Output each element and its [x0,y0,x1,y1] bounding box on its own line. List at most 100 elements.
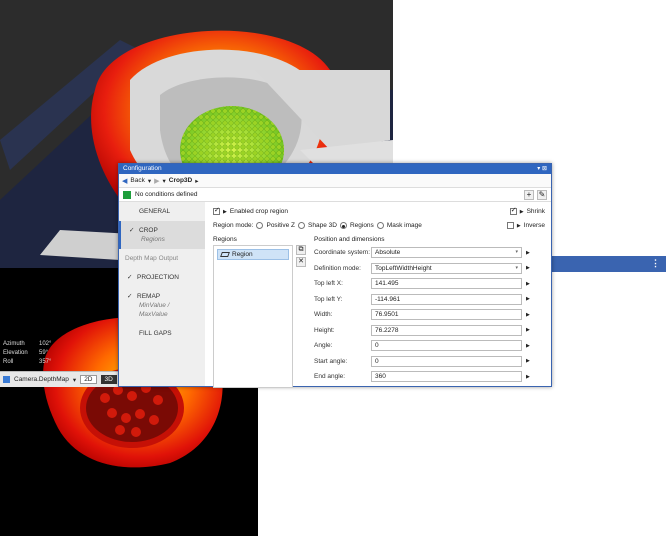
radio-label: Positive Z [266,222,296,229]
check-icon: ✓ [129,227,135,234]
expand-icon[interactable]: ▶ [526,343,530,349]
width-field[interactable]: 76.9501 [371,309,522,321]
expand-icon[interactable]: ▶ [517,223,521,229]
roll-value: 357° [39,359,52,365]
chevron-down-icon[interactable]: ▾ [73,376,76,384]
expand-icon[interactable]: ▶ [526,312,530,318]
camera-angles-readout: Azimuth 102° Elevation 59° Roll 357° [3,340,51,367]
position-dimensions-header: Position and dimensions [314,236,385,243]
expand-icon[interactable]: ▶ [526,250,530,256]
sidebar-item-depth-map-output[interactable]: Depth Map Output [119,249,205,268]
chevron-down-icon: ▾ [515,264,518,271]
shrink-row: ▶ Shrink [509,206,545,215]
camera-icon [3,376,10,383]
back-arrow-icon[interactable]: ◀ [122,177,127,185]
field-value: Absolute [375,249,401,257]
angle-field[interactable]: 0 [371,340,522,352]
back-dropdown-icon[interactable]: ▾ [148,177,151,185]
field-label: Start angle: [314,357,348,365]
list-item[interactable]: Region [217,249,289,260]
forward-dropdown-icon[interactable]: ▾ [163,177,166,185]
field-row: Start angle: 0 ▶ [314,354,546,370]
check-icon: ✓ [127,274,133,281]
sidebar-item-crop[interactable]: ✓ CROP Regions [119,221,205,249]
definition-mode-select[interactable]: TopLeftWidthHeight ▾ [371,262,522,274]
field-row: Definition mode: TopLeftWidthHeight ▾ ▶ [314,261,546,277]
field-label: End angle: [314,373,346,381]
radio-regions[interactable] [339,222,347,229]
regions-header: Regions [213,236,237,243]
regions-list[interactable]: Region [213,245,293,388]
sidebar-item-sublabel: MinValue / MaxValue [139,302,170,318]
copy-region-button[interactable]: ⧉ [296,245,306,255]
field-row: End angle: 360 ▶ [314,369,546,385]
field-label: Height: [314,326,335,334]
add-condition-button[interactable]: + [524,190,534,200]
expand-icon[interactable]: ▶ [526,296,530,302]
expand-icon[interactable]: ▶ [526,358,530,364]
roll-row: Roll 357° [3,358,51,367]
field-row: Angle: 0 ▶ [314,338,546,354]
end-angle-field[interactable]: 360 [371,371,522,383]
expand-icon[interactable]: ▶ [520,209,524,215]
radio-label: Mask image [386,222,422,229]
conditions-bar: No conditions defined + ✎ [119,188,551,202]
field-label: Top left X: [314,280,343,288]
shrink-label: Shrink [526,208,545,215]
azimuth-value: 102° [39,341,52,347]
breadcrumb[interactable]: Crop3D [169,177,192,184]
sidebar-item-label: FILL GAPS [139,330,172,337]
mode-3d-button[interactable]: 3D [100,375,117,384]
elevation-value: 59° [39,350,49,356]
sidebar-item-fill-gaps[interactable]: FILL GAPS [119,324,205,343]
sidebar-item-remap[interactable]: ✓ REMAP MinValue / MaxValue [119,287,205,324]
radio-positive-z[interactable] [256,222,264,229]
field-label: Top left Y: [314,295,343,303]
config-sidebar: GENERAL ✓ CROP Regions Depth Map Output ✓ P… [119,202,205,386]
shrink-checkbox[interactable] [509,206,517,215]
start-angle-field[interactable]: 0 [371,355,522,367]
edit-condition-button[interactable]: ✎ [537,190,547,200]
sidebar-item-label: REMAP [137,293,161,300]
configuration-window: Configuration ▾ ⊠ ◀ Back ▾ ▶ ▾ Crop3D ▸ … [118,163,552,388]
azimuth-row: Azimuth 102° [3,340,51,349]
expand-icon[interactable]: ▶ [526,327,530,333]
region-item-label: Region [232,251,253,258]
roll-label: Roll [3,359,14,365]
radio-shape-3d[interactable] [298,222,306,229]
expand-icon[interactable]: ▶ [526,374,530,380]
sidebar-item-label: Depth Map Output [125,255,179,262]
field-label: Width: [314,311,333,319]
conditions-label: No conditions defined [135,191,198,198]
region-mode-label: Region mode: [213,222,254,229]
inverse-row: ▶ Inverse [506,222,545,229]
azimuth-label: Azimuth [3,341,25,347]
sidebar-item-label: GENERAL [139,208,171,215]
back-button[interactable]: Back [130,177,144,184]
forward-arrow-icon[interactable]: ▶ [154,177,159,185]
radio-label: Regions [349,222,374,229]
field-row: Coordinate system: Absolute ▾ ▶ [314,245,546,261]
elevation-row: Elevation 59° [3,349,51,358]
top-left-x-field[interactable]: 141.495 [371,278,522,290]
elevation-label: Elevation [3,350,28,356]
position-dimensions-form: Coordinate system: Absolute ▾ ▶ Definition … [314,245,546,385]
height-field[interactable]: 76.2278 [371,324,522,336]
window-menu-icon[interactable]: ▾ ⊠ [537,164,547,174]
region-list-buttons: ⧉ ✕ [296,245,306,267]
mode-2d-button[interactable]: 2D [80,375,97,384]
coordinate-system-select[interactable]: Absolute ▾ [371,247,522,259]
camera-selector[interactable]: Camera.DepthMap [14,376,69,383]
more-options-icon[interactable]: ⋮ [651,258,660,269]
sidebar-item-general[interactable]: GENERAL [119,202,205,221]
region-mode-row: Region mode: Positive Z Shape 3D Regions… [213,222,422,229]
expand-icon[interactable]: ▶ [526,281,530,287]
sidebar-item-projection[interactable]: ✓ PROJECTION [119,268,205,287]
enabled-checkbox[interactable] [213,206,220,215]
radio-mask-image[interactable] [376,222,384,229]
inverse-checkbox[interactable] [506,222,514,229]
top-left-y-field[interactable]: -114.961 [371,293,522,305]
delete-region-button[interactable]: ✕ [296,257,306,267]
expand-icon[interactable]: ▶ [223,209,227,215]
expand-icon[interactable]: ▶ [526,265,530,271]
